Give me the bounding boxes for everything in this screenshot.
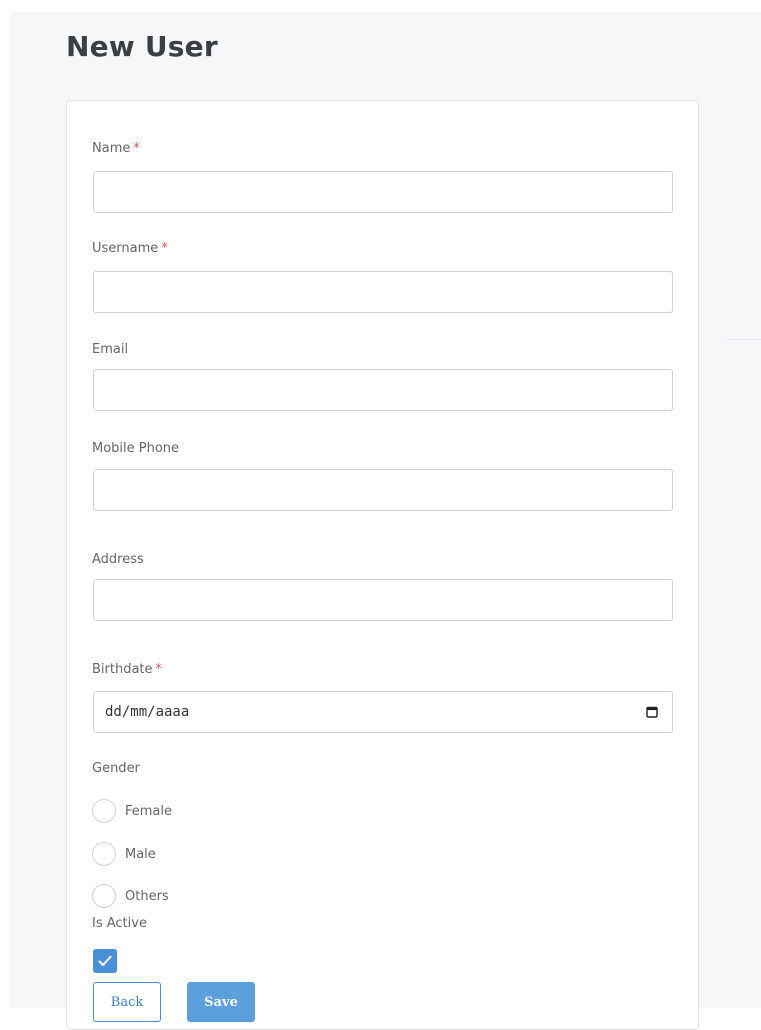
username-label: Username * [92,241,168,256]
address-label: Address [92,552,144,567]
save-button[interactable]: Save [187,982,255,1022]
back-button[interactable]: Back [93,982,161,1022]
radio-button[interactable] [92,799,116,823]
mobile-phone-label: Mobile Phone [92,441,180,456]
radio-label: Male [125,846,156,862]
birthdate-input[interactable]: dd/mm/aaaa [93,691,673,733]
gender-label: Gender [92,761,140,776]
email-label: Email [92,342,129,357]
required-mark: * [161,241,168,256]
username-input[interactable] [93,271,673,313]
checkmark-icon [98,955,112,966]
new-user-form: Name * Username * Email Mobile Phone Addre… [66,100,699,1030]
address-input[interactable] [93,579,673,621]
page-title: New User [66,30,218,63]
birthdate-placeholder: dd/mm/aaaa [105,704,190,720]
gender-option-others[interactable]: Others [92,883,169,909]
birthdate-label: Birthdate * [92,662,162,677]
radio-label: Female [125,803,173,819]
name-input[interactable] [93,171,673,213]
gender-option-female[interactable]: Female [92,798,172,824]
birthdate-label-text: Birthdate [92,662,153,677]
required-mark: * [133,141,140,156]
calendar-icon[interactable] [646,706,658,718]
radio-button[interactable] [92,884,116,908]
divider-line [726,339,761,340]
gender-option-male[interactable]: Male [92,841,156,867]
radio-button[interactable] [92,842,116,866]
email-input[interactable] [93,369,673,411]
page-background: New User Name * Username * Email Mobile Ph… [10,12,761,1030]
name-label: Name * [92,141,140,156]
required-mark: * [155,662,163,677]
is-active-label: Is Active [92,916,147,931]
username-label-text: Username [92,241,159,256]
is-active-checkbox[interactable] [93,949,117,973]
mobile-phone-input[interactable] [93,469,673,511]
name-label-text: Name [92,141,131,156]
radio-label: Others [125,888,169,904]
